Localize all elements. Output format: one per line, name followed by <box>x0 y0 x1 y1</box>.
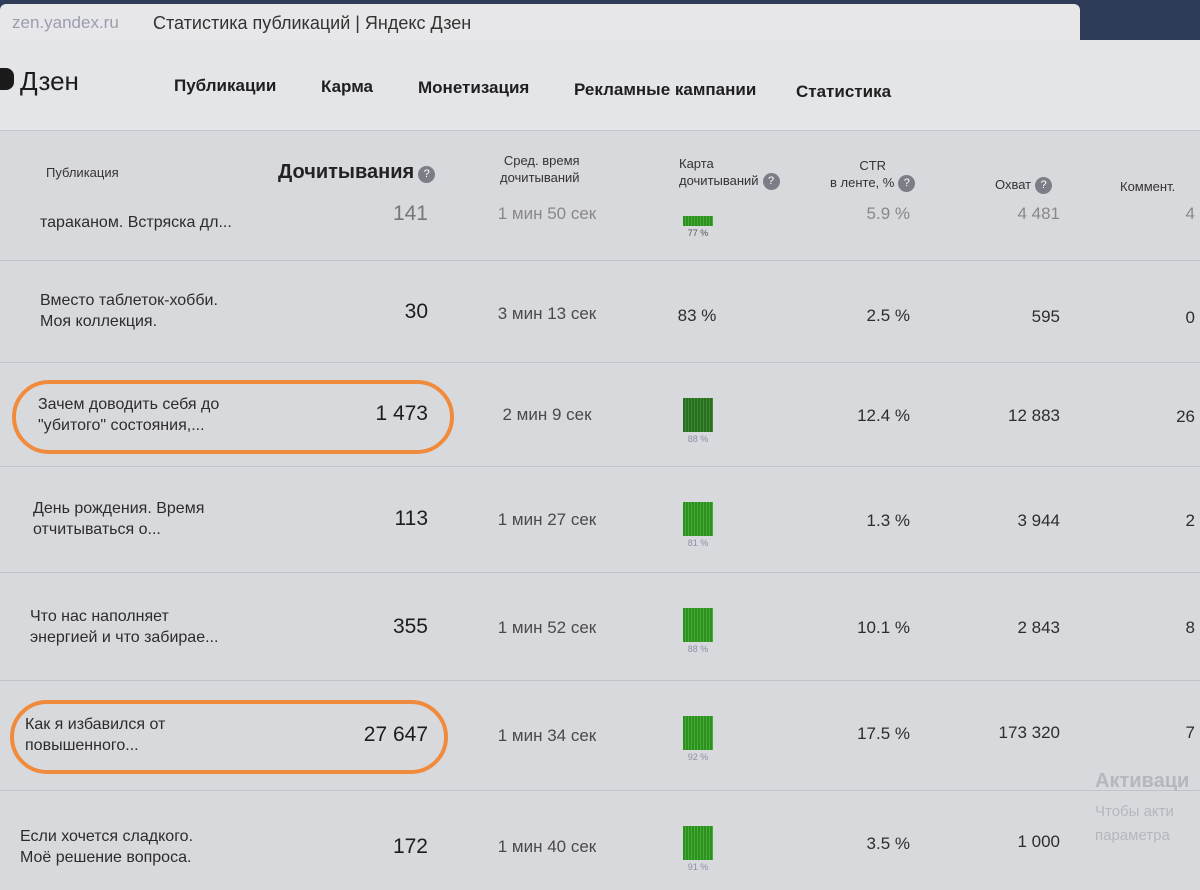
browser-tab[interactable]: zen.yandex.ru Статистика публикаций | Ян… <box>0 4 1080 40</box>
reads-value: 172 <box>392 835 428 858</box>
publication-title[interactable]: Что нас наполняет энергией и что забирае… <box>30 606 218 648</box>
highlight-circle <box>10 700 448 774</box>
read-map-percent: 91 % <box>687 862 709 872</box>
read-map-percent: 92 % <box>687 752 709 762</box>
header-read-map-line1: Карта <box>679 156 714 171</box>
avg-time-value: 1 мин 40 сек <box>497 837 597 856</box>
watermark-text: параметра <box>1095 827 1170 844</box>
ctr-value: 10.1 % <box>857 618 910 637</box>
reach-value: 595 <box>1031 307 1060 326</box>
read-map-bar <box>683 608 713 642</box>
ctr-value: 3.5 % <box>866 834 910 853</box>
reach-value: 2 843 <box>1017 618 1060 637</box>
avg-time-value: 1 мин 52 сек <box>497 618 597 637</box>
reach-value: 3 944 <box>1017 511 1060 530</box>
watermark-title: Активаци <box>1095 770 1190 792</box>
publication-title[interactable]: тараканом. Встряска дл... <box>40 212 232 233</box>
row-divider <box>0 362 1200 363</box>
read-map[interactable]: 92 % <box>683 716 713 762</box>
nav-statistics[interactable]: Статистика <box>796 82 891 102</box>
read-map-percent: 81 % <box>687 538 709 548</box>
reads-value: 141 <box>392 202 428 225</box>
read-map[interactable]: 91 % <box>683 826 713 872</box>
header-ctr-line1: CTR <box>859 158 887 173</box>
row-divider <box>0 790 1200 791</box>
read-map-bar <box>683 826 713 860</box>
header-avg-time-line2: дочитываний <box>500 170 580 185</box>
ctr-value: 5.9 % <box>866 204 910 223</box>
read-map-bar <box>683 716 713 750</box>
reach-value: 1 000 <box>1017 832 1060 851</box>
nav-karma[interactable]: Карма <box>321 77 373 97</box>
read-map-bar <box>683 216 713 226</box>
read-map-bar <box>683 502 713 536</box>
read-map[interactable]: 88 % <box>683 398 713 444</box>
browser-tab-bar: zen.yandex.ru Статистика публикаций | Ян… <box>0 0 1200 40</box>
comments-value: 2 <box>1185 511 1195 530</box>
ctr-value: 12.4 % <box>857 406 910 425</box>
ctr-value: 1.3 % <box>866 511 910 530</box>
reads-value: 30 <box>404 300 428 323</box>
help-icon[interactable]: ? <box>418 166 436 184</box>
publication-title[interactable]: Вместо таблеток-хобби. Моя коллекция. <box>40 290 218 332</box>
zen-logo-text[interactable]: Дзен <box>20 66 79 97</box>
read-map[interactable]: 88 % <box>683 608 713 654</box>
help-icon[interactable]: ? <box>898 175 916 193</box>
header-read-map[interactable]: Карта дочитываний? <box>679 155 780 191</box>
comments-value: 7 <box>1185 723 1195 742</box>
avg-time-value: 2 мин 9 сек <box>502 405 592 424</box>
comments-value: 0 <box>1185 308 1195 327</box>
nav-monetization[interactable]: Монетизация <box>418 78 529 98</box>
read-map-bar <box>683 398 713 432</box>
ctr-value: 17.5 % <box>857 724 910 743</box>
header-ctr-line2: в ленте, %? <box>830 174 916 193</box>
read-map-percent: 88 % <box>687 644 709 654</box>
header-comments[interactable]: Коммент. <box>1120 178 1175 195</box>
nav-publications[interactable]: Публикации <box>174 76 276 96</box>
zen-logo-icon[interactable] <box>0 68 14 90</box>
publication-title[interactable]: Если хочется сладкого. Моё решение вопро… <box>20 826 193 868</box>
help-icon[interactable]: ? <box>762 173 780 191</box>
reach-value: 173 320 <box>998 723 1060 742</box>
header-reads-label: Дочитывания <box>278 161 415 183</box>
header-reach-label: Охват <box>995 177 1032 192</box>
read-map-percent: 88 % <box>687 434 709 444</box>
read-map-percent: 77 % <box>687 228 709 238</box>
avg-time-value: 1 мин 50 сек <box>497 204 597 223</box>
header-read-map-line2: дочитываний? <box>679 172 780 191</box>
comments-value: 4 <box>1185 204 1195 223</box>
publication-title[interactable]: День рождения. Время отчитываться о... <box>33 498 204 540</box>
avg-time-value: 1 мин 27 сек <box>497 510 597 529</box>
header-reach[interactable]: Охват? <box>995 176 1053 195</box>
comments-value: 8 <box>1185 618 1195 637</box>
watermark-text: Чтобы акти <box>1095 803 1174 820</box>
comments-value: 26 <box>1176 407 1195 426</box>
header-avg-time-line1: Сред. время <box>503 153 580 168</box>
header-publication[interactable]: Публикация <box>46 164 119 181</box>
row-divider <box>0 680 1200 681</box>
avg-time-value: 3 мин 13 сек <box>497 304 597 323</box>
top-navigation: Дзен Публикации Карма Монетизация Реклам… <box>0 40 1200 131</box>
reach-value: 12 883 <box>1008 406 1060 425</box>
reads-value: 113 <box>394 507 428 530</box>
read-map-percent: 83 % <box>677 306 717 325</box>
reach-value: 4 481 <box>1017 204 1060 223</box>
read-map[interactable]: 81 % <box>683 502 713 548</box>
nav-ad-campaigns[interactable]: Рекламные кампании <box>574 80 756 100</box>
row-divider <box>0 572 1200 573</box>
help-icon[interactable]: ? <box>1035 177 1053 195</box>
highlight-circle <box>12 380 454 454</box>
row-divider <box>0 466 1200 467</box>
tab-site-label: zen.yandex.ru <box>12 13 119 32</box>
header-ctr[interactable]: CTR в ленте, %? <box>830 157 916 193</box>
header-avg-time[interactable]: Сред. время дочитываний <box>500 152 580 186</box>
reads-value: 355 <box>392 615 428 638</box>
header-reads[interactable]: Дочитывания? <box>278 161 436 184</box>
row-divider <box>0 260 1200 261</box>
ctr-value: 2.5 % <box>866 306 910 325</box>
tab-title: Статистика публикаций | Яндекс Дзен <box>153 13 472 33</box>
read-map[interactable]: 77 % <box>683 216 713 238</box>
avg-time-value: 1 мин 34 сек <box>497 726 597 745</box>
